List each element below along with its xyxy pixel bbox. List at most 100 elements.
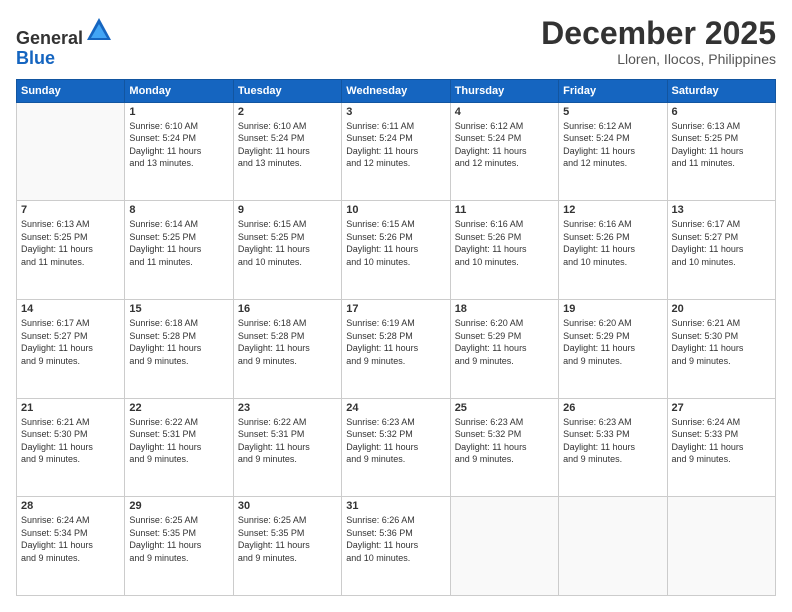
- calendar-week-1: 7Sunrise: 6:13 AMSunset: 5:25 PMDaylight…: [17, 201, 776, 300]
- col-header-thursday: Thursday: [450, 79, 558, 102]
- logo-general-text: General: [16, 28, 83, 48]
- day-number: 24: [346, 402, 445, 414]
- calendar-cell: 20Sunrise: 6:21 AMSunset: 5:30 PMDayligh…: [667, 299, 775, 398]
- day-number: 16: [238, 303, 337, 315]
- header: General Blue December 2025 Lloren, Iloco…: [16, 16, 776, 69]
- title-block: December 2025 Lloren, Ilocos, Philippine…: [541, 16, 776, 67]
- month-title: December 2025: [541, 16, 776, 51]
- day-info: Sunrise: 6:13 AMSunset: 5:25 PMDaylight:…: [672, 120, 771, 170]
- day-number: 18: [455, 303, 554, 315]
- col-header-saturday: Saturday: [667, 79, 775, 102]
- day-number: 14: [21, 303, 120, 315]
- day-number: 12: [563, 204, 662, 216]
- calendar-cell: 19Sunrise: 6:20 AMSunset: 5:29 PMDayligh…: [559, 299, 667, 398]
- day-info: Sunrise: 6:18 AMSunset: 5:28 PMDaylight:…: [129, 317, 228, 367]
- calendar-cell: 28Sunrise: 6:24 AMSunset: 5:34 PMDayligh…: [17, 497, 125, 596]
- calendar-cell: 16Sunrise: 6:18 AMSunset: 5:28 PMDayligh…: [233, 299, 341, 398]
- day-info: Sunrise: 6:25 AMSunset: 5:35 PMDaylight:…: [129, 514, 228, 564]
- day-info: Sunrise: 6:21 AMSunset: 5:30 PMDaylight:…: [672, 317, 771, 367]
- day-number: 8: [129, 204, 228, 216]
- calendar-cell: [17, 102, 125, 201]
- location: Lloren, Ilocos, Philippines: [541, 51, 776, 67]
- day-number: 9: [238, 204, 337, 216]
- day-number: 17: [346, 303, 445, 315]
- calendar-cell: 29 Sunrise: 6:25 AMSunset: 5:35 PMDayligh…: [125, 497, 233, 596]
- day-number: 25: [455, 402, 554, 414]
- calendar-cell: 9Sunrise: 6:15 AMSunset: 5:25 PMDaylight…: [233, 201, 341, 300]
- calendar-week-0: 1 Sunrise: 6:10 AMSunset: 5:24 PMDaylight…: [17, 102, 776, 201]
- calendar-cell: 17Sunrise: 6:19 AMSunset: 5:28 PMDayligh…: [342, 299, 450, 398]
- day-number: 6: [672, 106, 771, 118]
- col-header-monday: Monday: [125, 79, 233, 102]
- day-info: Sunrise: 6:12 AMSunset: 5:24 PMDaylight:…: [455, 120, 554, 170]
- calendar-week-3: 21 Sunrise: 6:21 AMSunset: 5:30 PMDayligh…: [17, 398, 776, 497]
- calendar-cell: 26 Sunrise: 6:23 AMSunset: 5:33 PMDayligh…: [559, 398, 667, 497]
- calendar-cell: 21 Sunrise: 6:21 AMSunset: 5:30 PMDayligh…: [17, 398, 125, 497]
- calendar-cell: 11 Sunrise: 6:16 AMSunset: 5:26 PMDayligh…: [450, 201, 558, 300]
- calendar-header-row: SundayMondayTuesdayWednesdayThursdayFrid…: [17, 79, 776, 102]
- day-info: Sunrise: 6:25 AMSunset: 5:35 PMDaylight:…: [238, 514, 337, 564]
- day-number: 22: [129, 402, 228, 414]
- day-number: 11: [455, 204, 554, 216]
- page: General Blue December 2025 Lloren, Iloco…: [0, 0, 792, 612]
- calendar-cell: 13 Sunrise: 6:17 AMSunset: 5:27 PMDayligh…: [667, 201, 775, 300]
- calendar-cell: 7Sunrise: 6:13 AMSunset: 5:25 PMDaylight…: [17, 201, 125, 300]
- calendar-cell: 10 Sunrise: 6:15 AMSunset: 5:26 PMDayligh…: [342, 201, 450, 300]
- day-info: Sunrise: 6:17 AMSunset: 5:27 PMDaylight:…: [672, 218, 771, 268]
- day-info: Sunrise: 6:21 AMSunset: 5:30 PMDaylight:…: [21, 416, 120, 466]
- calendar-cell: 8 Sunrise: 6:14 AMSunset: 5:25 PMDaylight…: [125, 201, 233, 300]
- col-header-friday: Friday: [559, 79, 667, 102]
- calendar-cell: 25Sunrise: 6:23 AMSunset: 5:32 PMDayligh…: [450, 398, 558, 497]
- day-number: 4: [455, 106, 554, 118]
- day-info: Sunrise: 6:13 AMSunset: 5:25 PMDaylight:…: [21, 218, 120, 268]
- calendar-cell: 24 Sunrise: 6:23 AMSunset: 5:32 PMDayligh…: [342, 398, 450, 497]
- day-number: 31: [346, 500, 445, 512]
- calendar-cell: 2 Sunrise: 6:10 AMSunset: 5:24 PMDaylight…: [233, 102, 341, 201]
- col-header-sunday: Sunday: [17, 79, 125, 102]
- col-header-wednesday: Wednesday: [342, 79, 450, 102]
- calendar-cell: 23Sunrise: 6:22 AMSunset: 5:31 PMDayligh…: [233, 398, 341, 497]
- calendar-cell: 31Sunrise: 6:26 AMSunset: 5:36 PMDayligh…: [342, 497, 450, 596]
- calendar-cell: 12Sunrise: 6:16 AMSunset: 5:26 PMDayligh…: [559, 201, 667, 300]
- logo-icon: [85, 16, 113, 44]
- day-info: Sunrise: 6:14 AMSunset: 5:25 PMDaylight:…: [129, 218, 228, 268]
- day-number: 13: [672, 204, 771, 216]
- calendar-table: SundayMondayTuesdayWednesdayThursdayFrid…: [16, 79, 776, 596]
- day-number: 10: [346, 204, 445, 216]
- day-info: Sunrise: 6:24 AMSunset: 5:33 PMDaylight:…: [672, 416, 771, 466]
- calendar-cell: 3 Sunrise: 6:11 AMSunset: 5:24 PMDaylight…: [342, 102, 450, 201]
- calendar-cell: [450, 497, 558, 596]
- day-info: Sunrise: 6:15 AMSunset: 5:26 PMDaylight:…: [346, 218, 445, 268]
- day-number: 26: [563, 402, 662, 414]
- calendar-week-2: 14 Sunrise: 6:17 AMSunset: 5:27 PMDayligh…: [17, 299, 776, 398]
- day-info: Sunrise: 6:10 AMSunset: 5:24 PMDaylight:…: [238, 120, 337, 170]
- day-number: 15: [129, 303, 228, 315]
- calendar-cell: 1Sunrise: 6:10 AMSunset: 5:24 PMDaylight…: [125, 102, 233, 201]
- calendar-cell: 6 Sunrise: 6:13 AMSunset: 5:25 PMDaylight…: [667, 102, 775, 201]
- calendar-cell: 4 Sunrise: 6:12 AMSunset: 5:24 PMDaylight…: [450, 102, 558, 201]
- day-number: 21: [21, 402, 120, 414]
- calendar-cell: 14 Sunrise: 6:17 AMSunset: 5:27 PMDayligh…: [17, 299, 125, 398]
- day-number: 5: [563, 106, 662, 118]
- day-number: 30: [238, 500, 337, 512]
- day-number: 3: [346, 106, 445, 118]
- day-number: 29: [129, 500, 228, 512]
- day-number: 23: [238, 402, 337, 414]
- day-info: Sunrise: 6:23 AMSunset: 5:32 PMDaylight:…: [346, 416, 445, 466]
- calendar-cell: 18 Sunrise: 6:20 AMSunset: 5:29 PMDayligh…: [450, 299, 558, 398]
- day-number: 1: [129, 106, 228, 118]
- day-info: Sunrise: 6:23 AMSunset: 5:33 PMDaylight:…: [563, 416, 662, 466]
- day-info: Sunrise: 6:12 AMSunset: 5:24 PMDaylight:…: [563, 120, 662, 170]
- calendar-cell: 5 Sunrise: 6:12 AMSunset: 5:24 PMDaylight…: [559, 102, 667, 201]
- day-info: Sunrise: 6:24 AMSunset: 5:34 PMDaylight:…: [21, 514, 120, 564]
- day-info: Sunrise: 6:17 AMSunset: 5:27 PMDaylight:…: [21, 317, 120, 367]
- day-number: 27: [672, 402, 771, 414]
- day-info: Sunrise: 6:20 AMSunset: 5:29 PMDaylight:…: [455, 317, 554, 367]
- calendar-cell: 27 Sunrise: 6:24 AMSunset: 5:33 PMDayligh…: [667, 398, 775, 497]
- logo: General Blue: [16, 16, 113, 69]
- day-number: 2: [238, 106, 337, 118]
- day-info: Sunrise: 6:11 AMSunset: 5:24 PMDaylight:…: [346, 120, 445, 170]
- day-info: Sunrise: 6:16 AMSunset: 5:26 PMDaylight:…: [455, 218, 554, 268]
- logo-blue-text: Blue: [16, 48, 55, 68]
- calendar-cell: 15 Sunrise: 6:18 AMSunset: 5:28 PMDayligh…: [125, 299, 233, 398]
